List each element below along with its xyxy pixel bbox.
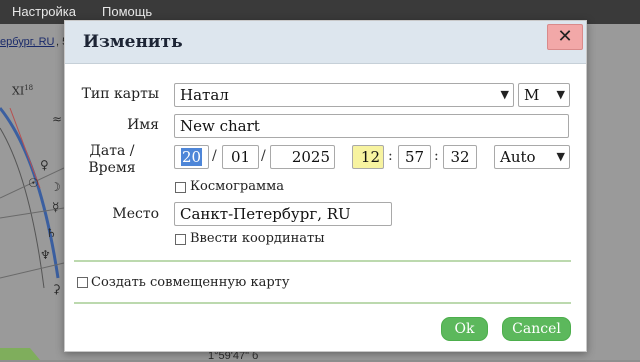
divider (74, 260, 571, 262)
gender-value: М (524, 86, 540, 104)
menu-item-settings[interactable]: Настройка (12, 4, 76, 19)
sun-icon: ☉ (28, 176, 39, 190)
datetime-label-line1: Дата / (89, 143, 135, 159)
gender-select[interactable]: М ▼ (518, 83, 570, 107)
second-input[interactable]: 32 (443, 145, 477, 169)
ceres-icon: ⚳ (52, 282, 61, 296)
mercury-icon: ☿ (52, 200, 60, 214)
datetime-label: Дата / Время (65, 143, 159, 177)
close-button[interactable]: ✕ (547, 24, 583, 50)
year-input[interactable]: 2025 (270, 145, 335, 169)
date-separator: / (261, 148, 266, 164)
dialog-titlebar: Изменить ✕ (65, 21, 586, 64)
combined-chart-label: Создать совмещенную карту (91, 275, 290, 290)
name-input[interactable]: New chart (174, 114, 569, 138)
cancel-button[interactable]: Cancel (502, 317, 571, 341)
moon-icon: ☽ (50, 180, 61, 194)
cosmogram-checkbox[interactable] (175, 182, 186, 193)
divider (74, 302, 571, 304)
timezone-value: Auto (500, 148, 536, 166)
cosmogram-label: Космограмма (190, 179, 284, 194)
month-input[interactable]: 01 (222, 145, 259, 169)
aquarius-icon: ≈ (52, 112, 63, 126)
date-separator: / (212, 148, 217, 164)
saturn-icon: ♄ (46, 226, 57, 240)
chart-type-select[interactable]: Натал ▼ (174, 83, 514, 107)
time-separator: : (388, 148, 393, 164)
chart-type-value: Натал (180, 86, 229, 104)
chevron-down-icon: ▼ (556, 88, 565, 101)
hour-input[interactable]: 12 (352, 145, 384, 169)
day-input[interactable]: 20 (174, 145, 209, 169)
chart-type-label: Тип карты (81, 86, 159, 102)
chevron-down-icon: ▼ (556, 150, 565, 163)
place-label: Место (112, 206, 159, 222)
minute-input[interactable]: 57 (398, 145, 431, 169)
coords-label: Ввести координаты (190, 231, 325, 246)
neptune-icon: ♆ (40, 248, 51, 262)
timezone-select[interactable]: Auto ▼ (494, 145, 570, 169)
dialog-title: Изменить (83, 32, 183, 52)
day-value: 20 (180, 148, 203, 166)
menu-item-help[interactable]: Помощь (102, 4, 152, 19)
name-label: Имя (127, 117, 159, 133)
datetime-label-line2: Время (88, 160, 136, 176)
place-input[interactable]: Санкт-Петербург, RU (174, 202, 392, 226)
ok-button[interactable]: Ok (441, 317, 488, 341)
time-separator: : (434, 148, 439, 164)
house-label: XI18 (12, 84, 34, 98)
chevron-down-icon: ▼ (500, 88, 509, 101)
venus-icon: ♀ (40, 158, 49, 172)
location-link[interactable]: ербург, RU (0, 36, 54, 48)
coords-checkbox[interactable] (175, 234, 186, 245)
combined-chart-checkbox[interactable] (77, 277, 88, 288)
edit-dialog: Изменить ✕ Тип карты Натал ▼ М ▼ Имя New… (64, 20, 587, 352)
